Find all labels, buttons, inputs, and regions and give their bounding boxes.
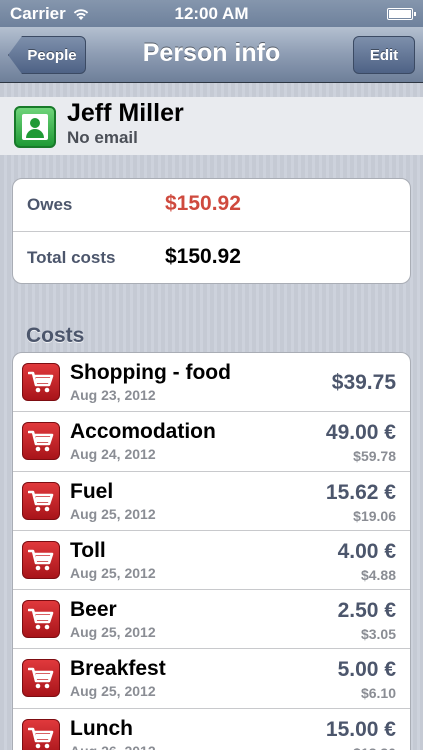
cost-base-amount: $19.06 — [353, 507, 396, 524]
cost-base-amount: $3.05 — [360, 626, 396, 643]
cost-amount: 15.62 € — [325, 480, 396, 504]
cost-row[interactable]: Toll Aug 25, 2012 4.00 € $4.88 — [13, 531, 410, 591]
cost-row[interactable]: Lunch Aug 26, 2012 15.00 € $18.30 — [13, 709, 410, 750]
total-costs-value: $150.92 — [165, 245, 241, 268]
cost-date: Aug 25, 2012 — [70, 683, 156, 700]
cost-amount: 2.50 € — [337, 599, 396, 623]
cost-name: Breakfest — [70, 657, 166, 681]
cost-row[interactable]: Beer Aug 25, 2012 2.50 € $3.05 — [13, 590, 410, 650]
costs-list: Shopping - food Aug 23, 2012 $39.75 Acco… — [12, 352, 411, 750]
cost-amount: 15.00 € — [325, 717, 396, 741]
cost-date: Aug 26, 2012 — [70, 743, 156, 750]
cost-row[interactable]: Breakfest Aug 25, 2012 5.00 € $6.10 — [13, 649, 410, 709]
cost-base-amount: $4.88 — [360, 566, 396, 583]
cost-base-amount: $6.10 — [360, 685, 396, 702]
shopping-cart-icon — [22, 481, 60, 520]
total-costs-label: Total costs — [27, 248, 116, 267]
shopping-cart-icon — [22, 422, 60, 461]
cost-name: Toll — [70, 538, 106, 562]
shopping-cart-icon — [22, 718, 60, 750]
cost-amount: $39.75 — [331, 371, 396, 394]
cost-date: Aug 25, 2012 — [70, 505, 156, 522]
cost-base-amount: $18.30 — [353, 745, 396, 750]
cost-name: Accomodation — [70, 420, 216, 444]
wifi-icon — [73, 8, 88, 20]
person-header: Jeff Miller No email — [0, 97, 423, 155]
cost-base-amount: $59.78 — [353, 448, 396, 465]
cost-name: Beer — [70, 598, 117, 622]
status-bar: Carrier 12:00 AM — [0, 0, 423, 27]
cost-name: Shopping - food — [70, 361, 231, 384]
cost-row[interactable]: Accomodation Aug 24, 2012 49.00 € $59.78 — [13, 412, 410, 472]
person-email: No email — [67, 128, 138, 147]
cost-amount: 49.00 € — [325, 421, 396, 445]
summary-group: Owes $150.92 Total costs $150.92 — [12, 178, 411, 284]
owes-label: Owes — [27, 195, 73, 214]
cost-row[interactable]: Fuel Aug 25, 2012 15.62 € $19.06 — [13, 472, 410, 531]
cost-date: Aug 25, 2012 — [70, 624, 156, 641]
edit-button[interactable]: Edit — [353, 36, 415, 74]
person-card-icon — [14, 106, 56, 148]
shopping-cart-icon — [22, 540, 60, 579]
shopping-cart-icon — [22, 600, 60, 639]
cost-name: Fuel — [70, 479, 114, 503]
cost-date: Aug 23, 2012 — [70, 387, 156, 403]
shopping-cart-icon — [22, 363, 60, 401]
person-name: Jeff Miller — [67, 99, 184, 127]
cost-name: Lunch — [70, 716, 133, 740]
cost-date: Aug 25, 2012 — [70, 564, 156, 581]
costs-section-header: Costs — [26, 324, 85, 347]
owes-row: Owes $150.92 — [13, 179, 410, 231]
cost-date: Aug 24, 2012 — [70, 446, 156, 463]
status-left: Carrier — [10, 4, 90, 24]
navigation-bar: People Person info Edit — [0, 27, 423, 83]
cost-row[interactable]: Shopping - food Aug 23, 2012 $39.75 — [13, 353, 410, 413]
battery-icon — [387, 7, 416, 20]
cost-amount: 5.00 € — [337, 658, 396, 682]
shopping-cart-icon — [22, 659, 60, 698]
carrier-label: Carrier — [10, 3, 66, 23]
cost-amount: 4.00 € — [337, 539, 396, 563]
owes-value: $150.92 — [165, 192, 241, 215]
total-costs-row: Total costs $150.92 — [13, 231, 410, 283]
